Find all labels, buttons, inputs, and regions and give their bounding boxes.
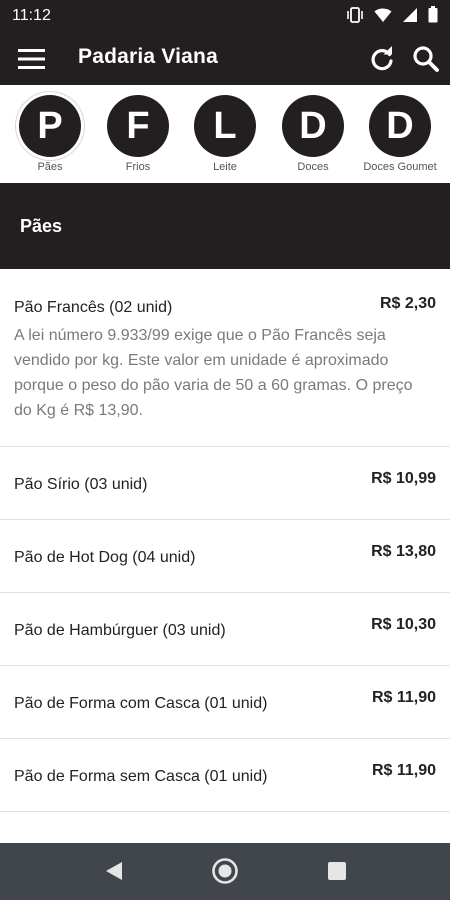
status-bar: 11:12: [0, 0, 450, 33]
category-leite-label: Leite: [213, 161, 237, 173]
vibrate-icon: [346, 6, 364, 28]
category-frios-label: Frios: [125, 161, 151, 173]
recent-apps-icon: [328, 862, 346, 880]
item-price: R$ 11,90: [371, 689, 436, 706]
item-name: Pão Sírio (03 unid): [14, 476, 148, 493]
category-paes-circle: P: [19, 95, 81, 157]
search-icon: [413, 46, 439, 72]
home-icon: [212, 858, 238, 884]
item-price: R$ 11,90: [371, 762, 436, 779]
item-price: R$ 10,99: [371, 470, 436, 487]
category-doces-goumet-circle: D: [369, 95, 431, 157]
app-title: Padaria Viana: [78, 45, 218, 68]
category-bar: P Pães F Frios L Leite D Doces D Doces G…: [0, 85, 450, 183]
category-doces-goumet-label: Doces Goumet: [363, 161, 437, 173]
item-name: Pão de Hot Dog (04 unid): [14, 549, 196, 566]
category-doces-circle: D: [282, 95, 344, 157]
item-name: Pão de Forma sem Casca (01 unid): [14, 768, 268, 785]
item-price: R$ 10,30: [371, 616, 436, 633]
category-paes[interactable]: P Pães: [6, 95, 94, 173]
item-name: Pão de Forma com Casca (01 unid): [14, 695, 268, 712]
section-title: Pães: [20, 216, 63, 236]
list-item[interactable]: Pão Francês (02 unid) R$ 2,30 A lei núme…: [0, 269, 450, 447]
list-item[interactable]: Pão de Hambúrguer (03 unid) R$ 10,30: [0, 593, 450, 666]
nav-recent-button[interactable]: [328, 862, 346, 880]
category-paes-label: Pães: [37, 161, 63, 173]
signal-icon: [402, 7, 418, 28]
item-price: R$ 13,80: [371, 543, 436, 560]
wifi-icon: [374, 7, 392, 28]
menu-icon: [18, 49, 45, 69]
category-doces-goumet[interactable]: D Doces Goumet: [356, 95, 444, 173]
section-header: Pães: [0, 183, 450, 269]
list-item[interactable]: Pão Sírio (03 unid) R$ 10,99: [0, 447, 450, 520]
category-leite-circle: L: [194, 95, 256, 157]
category-frios[interactable]: F Frios: [94, 95, 182, 173]
item-price: R$ 2,30: [379, 295, 436, 312]
category-leite[interactable]: L Leite: [181, 95, 269, 173]
item-name: Pão Francês (02 unid): [14, 299, 173, 316]
status-time: 11:12: [12, 7, 51, 24]
nav-back-button[interactable]: [102, 859, 126, 883]
back-icon: [106, 862, 122, 880]
search-button[interactable]: [412, 45, 440, 73]
nav-home-button[interactable]: [211, 857, 239, 885]
status-icons: [346, 6, 438, 28]
item-description: A lei número 9.933/99 exige que o Pão Fr…: [14, 327, 413, 419]
battery-icon: [428, 6, 438, 28]
category-frios-circle: F: [107, 95, 169, 157]
category-doces[interactable]: D Doces: [269, 95, 357, 173]
app-bar: Padaria Viana: [0, 33, 450, 85]
refresh-button[interactable]: [368, 45, 396, 73]
list-item[interactable]: Pão de Forma sem Casca (01 unid) R$ 11,9…: [0, 739, 450, 812]
list-item[interactable]: Pão de Forma com Casca (01 unid) R$ 11,9…: [0, 666, 450, 739]
system-nav-bar: [0, 843, 450, 900]
menu-button[interactable]: [18, 46, 46, 72]
product-list[interactable]: Pão Francês (02 unid) R$ 2,30 A lei núme…: [0, 269, 450, 843]
item-name: Pão de Hambúrguer (03 unid): [14, 622, 226, 639]
refresh-icon: [371, 46, 393, 71]
list-item[interactable]: Pão de Hot Dog (04 unid) R$ 13,80: [0, 520, 450, 593]
category-doces-label: Doces: [297, 161, 329, 173]
